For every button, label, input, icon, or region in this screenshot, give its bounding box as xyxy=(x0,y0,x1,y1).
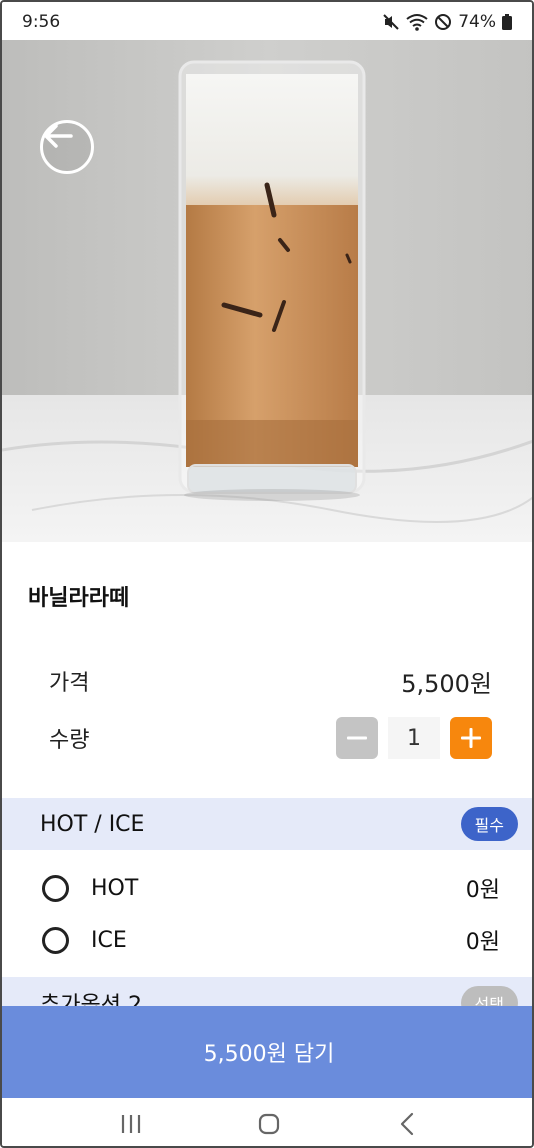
system-back-button[interactable] xyxy=(377,1104,437,1144)
status-time: 9:56 xyxy=(22,12,61,32)
required-badge: 필수 xyxy=(460,807,518,841)
option-group-hot-ice-header: HOT / ICE 필수 xyxy=(2,798,532,850)
price-label: 가격 xyxy=(49,671,90,696)
quantity-row: 수량 1 xyxy=(49,716,492,760)
minus-icon xyxy=(347,736,367,740)
mute-icon xyxy=(382,13,400,31)
back-button[interactable] xyxy=(40,120,94,174)
quantity-label: 수량 xyxy=(49,728,90,753)
radio-button[interactable] xyxy=(42,926,69,954)
option-group-title: HOT / ICE xyxy=(40,811,145,837)
radio-button[interactable] xyxy=(42,874,69,902)
product-image xyxy=(2,40,532,542)
option-item-ice[interactable]: ICE 0원 xyxy=(42,918,500,962)
arrow-left-icon xyxy=(44,124,73,148)
status-icons: 74% xyxy=(382,12,512,32)
option-label: ICE xyxy=(91,927,127,953)
option-item-hot[interactable]: HOT 0원 xyxy=(42,866,500,910)
do-not-disturb-icon xyxy=(434,13,452,31)
recent-apps-icon xyxy=(121,1115,141,1133)
quantity-stepper: 1 xyxy=(336,717,492,759)
recent-apps-button[interactable] xyxy=(101,1104,161,1144)
add-to-cart-button[interactable]: 5,500원 담기 xyxy=(2,1006,532,1098)
decrease-quantity-button[interactable] xyxy=(336,717,378,759)
home-button[interactable] xyxy=(239,1104,299,1144)
price-value: 5,500원 xyxy=(401,669,492,698)
product-title: 바닐라라떼 xyxy=(28,586,130,611)
option-price: 0원 xyxy=(465,878,500,903)
price-row: 가격 5,500원 xyxy=(49,662,492,700)
system-nav-bar xyxy=(2,1098,532,1146)
option-label: HOT xyxy=(91,875,139,901)
wifi-icon xyxy=(406,13,428,31)
home-icon xyxy=(258,1113,280,1135)
increase-quantity-button[interactable] xyxy=(450,717,492,759)
iced-latte-illustration xyxy=(2,40,532,542)
plus-icon xyxy=(461,728,481,748)
app-screen: 9:56 74% 바닐라라떼 가격 5,500원 수량 1 HOT / ICE … xyxy=(0,0,534,1148)
option-price: 0원 xyxy=(465,930,500,955)
battery-percent: 74% xyxy=(458,12,496,32)
status-bar: 9:56 74% xyxy=(2,2,532,42)
battery-icon xyxy=(502,14,512,30)
back-icon xyxy=(400,1112,414,1136)
quantity-value: 1 xyxy=(388,717,440,759)
